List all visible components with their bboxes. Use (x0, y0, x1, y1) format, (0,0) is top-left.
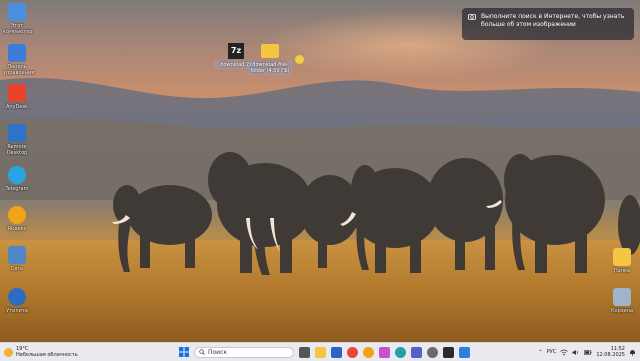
taskbar-search-box[interactable]: Поиск (194, 346, 294, 358)
desktop-icon-telegram[interactable]: Telegram (3, 166, 31, 192)
mouse-cursor-highlight (295, 55, 304, 64)
desktop-icon-network[interactable]: Сеть (3, 246, 31, 272)
chrome-button[interactable] (347, 346, 358, 358)
desktop-icon-label: download-file-folder (4.09 ГБ) (248, 61, 292, 75)
taskbar-clock[interactable]: 11:52 12.08.2025 (596, 346, 625, 358)
system-tray: ⌃ РУС 11:52 12.08.2025 (538, 343, 636, 361)
clock-date: 12.08.2025 (596, 352, 625, 358)
7zip-icon: 7z (228, 43, 244, 59)
monitor-icon (8, 3, 26, 21)
desktop-icon-this-pc[interactable]: Этот компьютер (3, 3, 33, 35)
desktop-icon-label: AnyDesk (6, 104, 28, 110)
edge-button[interactable] (395, 346, 406, 358)
language-indicator[interactable]: РУС (547, 349, 557, 355)
notification-text: Выполните поиск в Интернете, чтобы узнат… (481, 13, 625, 28)
folder-icon (261, 44, 279, 58)
settings-button[interactable] (427, 346, 438, 358)
taskbar: 19°C Небольшая облачность Поиск ⌃ РУС 11… (0, 342, 640, 361)
telegram-icon (8, 166, 26, 184)
desktop-icon-label: Telegram (5, 186, 29, 192)
weather-sun-icon (4, 347, 13, 357)
windows-start-icon (178, 347, 189, 357)
anydesk-icon (8, 84, 26, 102)
spotlight-notification[interactable]: Выполните поиск в Интернете, чтобы узнат… (462, 8, 634, 40)
recycle-bin-icon (613, 288, 631, 306)
desktop-icon-yandex[interactable]: Яндекс (3, 206, 31, 232)
photos-button[interactable] (379, 346, 390, 358)
search-placeholder: Поиск (208, 348, 228, 356)
terminal-button[interactable] (443, 346, 454, 358)
search-icon (199, 349, 205, 355)
desktop-icon-label: Панель управления (3, 64, 35, 76)
notification-bell-icon[interactable] (629, 349, 636, 356)
desktop-icon-recycle-bin[interactable]: Корзина (608, 288, 636, 314)
yandex-browser-button[interactable] (363, 346, 374, 358)
teams-button[interactable] (411, 346, 422, 358)
utility-icon (8, 288, 26, 306)
volume-icon[interactable] (572, 349, 580, 356)
battery-icon[interactable] (584, 349, 592, 356)
desktop-icon-label: Папка (613, 268, 631, 274)
yandex-icon (8, 206, 26, 224)
remote-desktop-icon (8, 124, 26, 142)
desktop-icon-label: Корзина (610, 308, 634, 314)
network-icon (8, 246, 26, 264)
store-button[interactable] (331, 346, 342, 358)
desktop-icon-label: Этот компьютер (3, 23, 33, 35)
weather-widget[interactable]: 19°C Небольшая облачность (0, 346, 174, 358)
start-button[interactable] (178, 347, 189, 358)
desktop-icon-anydesk[interactable]: AnyDesk (3, 84, 31, 110)
desktop-icon-label: Утилита (6, 308, 28, 314)
desktop-icon-label: Remote Desktop (6, 144, 28, 156)
task-view-button[interactable] (299, 346, 310, 358)
desktop-icon-download-folder[interactable]: download-file-folder (4.09 ГБ) (248, 43, 292, 75)
desktop-icon-label: Сеть (10, 266, 24, 272)
desktop-icon-folder[interactable]: Папка (608, 248, 636, 274)
file-explorer-button[interactable] (315, 346, 326, 358)
desktop-icon-control-panel[interactable]: Панель управления (3, 44, 35, 76)
control-panel-icon (8, 44, 26, 62)
folder-icon (613, 248, 631, 266)
desktop-icon-remote-desktop[interactable]: Remote Desktop (3, 124, 31, 156)
mail-button[interactable] (459, 346, 470, 358)
desktop-icon-utility[interactable]: Утилита (3, 288, 31, 314)
desktop-wallpaper (0, 0, 640, 342)
weather-description: Небольшая облачность (16, 352, 78, 358)
camera-icon (468, 14, 476, 20)
chevron-up-icon[interactable]: ⌃ (538, 349, 543, 356)
wifi-icon[interactable] (560, 349, 569, 356)
wallpaper-elephants (112, 152, 640, 275)
desktop-icon-label: Яндекс (7, 226, 27, 232)
